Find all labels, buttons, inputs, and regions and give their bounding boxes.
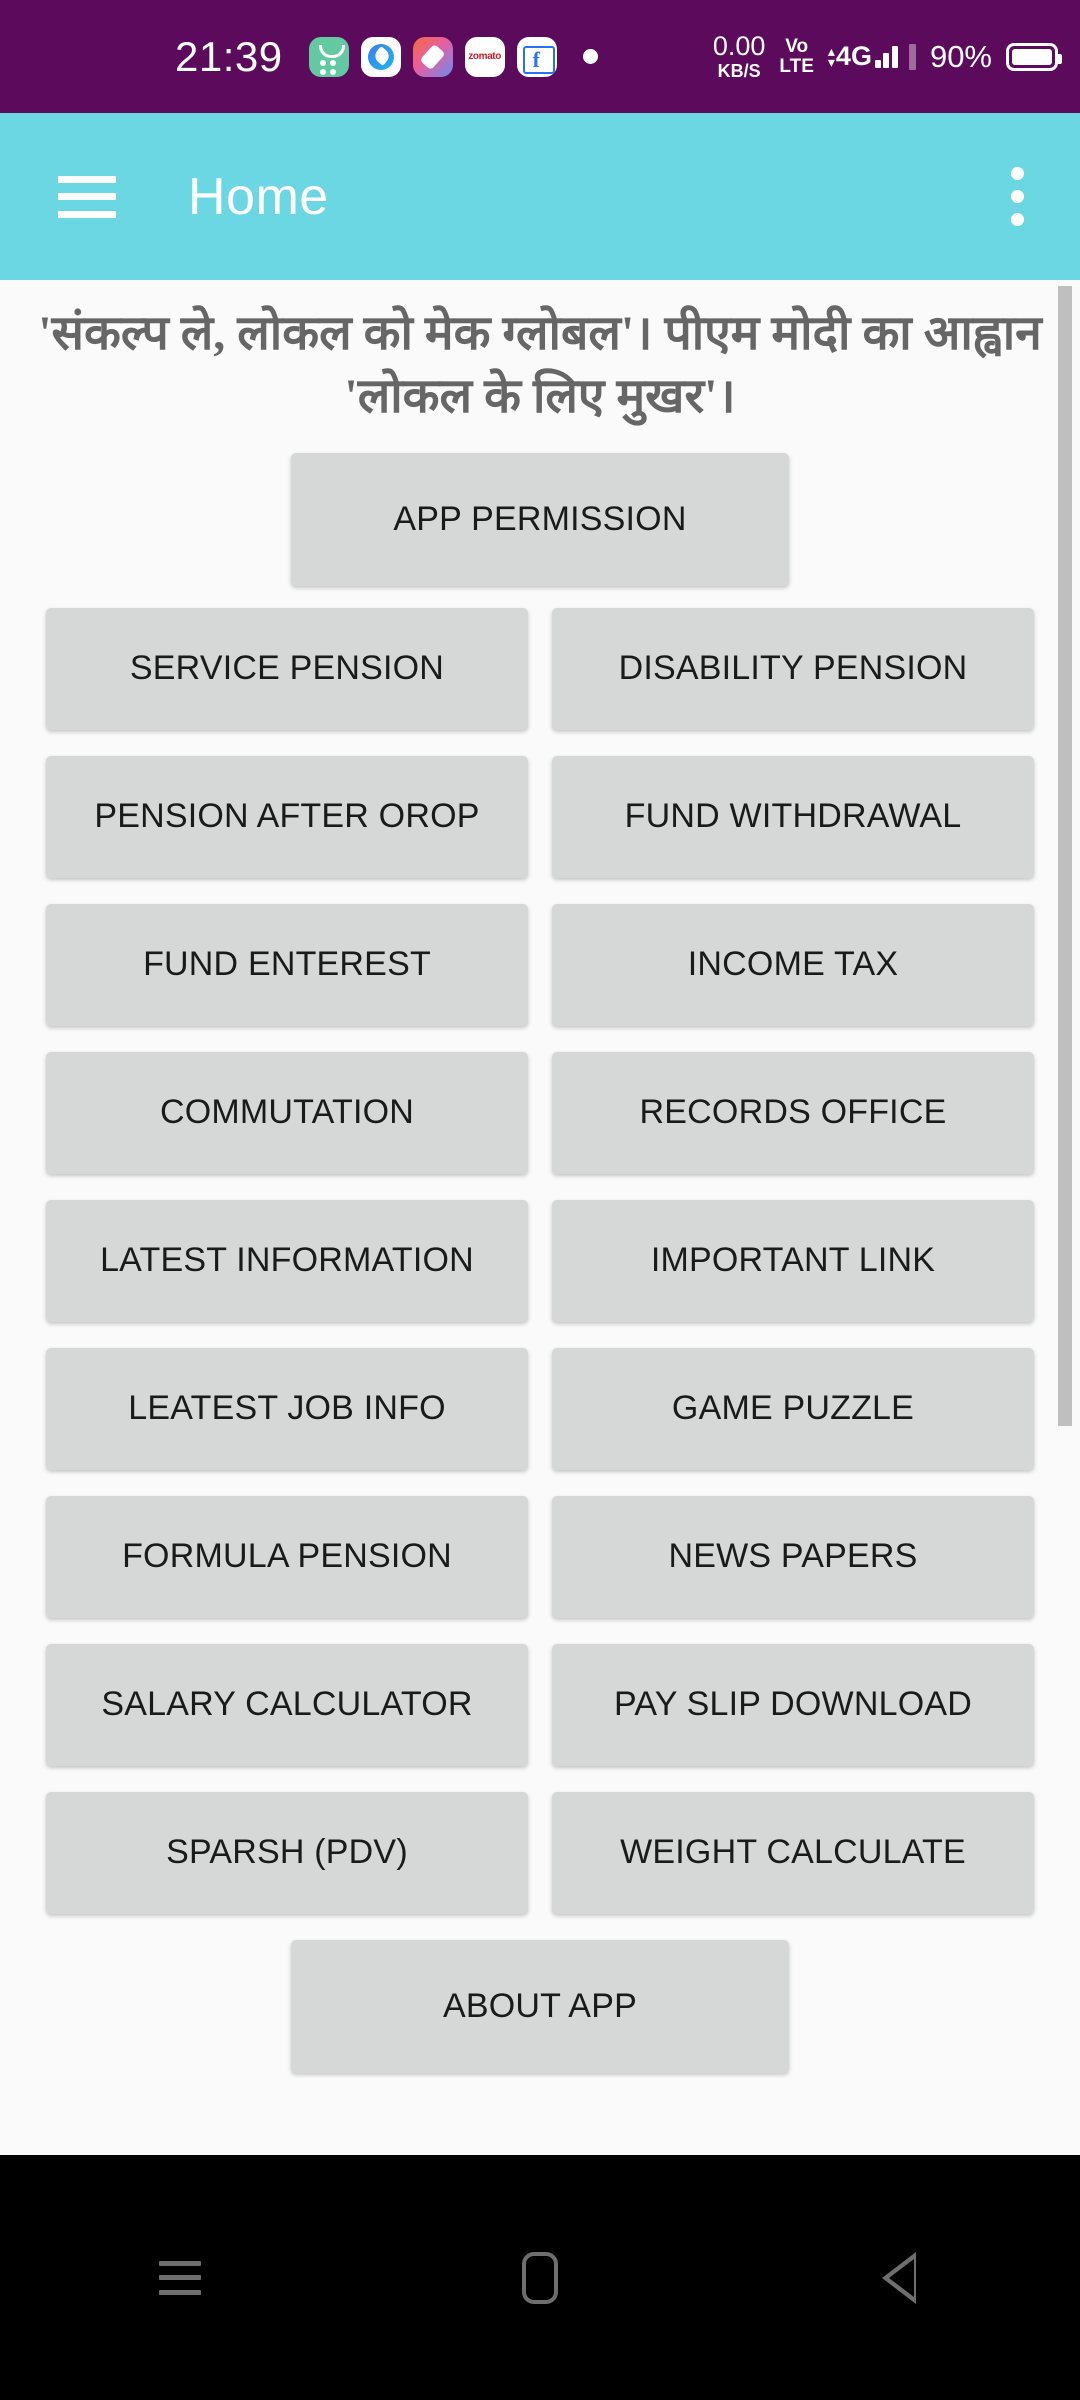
network-speed-indicator: 0.00 KB/S — [712, 31, 766, 81]
volte-icon: Vo LTE — [779, 35, 814, 77]
status-bar-left: 21:39 zomato — [0, 32, 598, 80]
recents-icon — [159, 2260, 201, 2295]
signal-indicator: ▴ ▾ 4G — [828, 43, 916, 70]
status-bar-right: 0.00 KB/S Vo LTE ▴ ▾ 4G 90% — [712, 31, 1062, 81]
green-grid-app-icon — [308, 36, 349, 77]
volte-line2: LTE — [779, 55, 814, 77]
grid-row: PENSION AFTER OROP FUND WITHDRAWAL — [46, 755, 1034, 878]
records-office-button[interactable]: RECORDS OFFICE — [552, 1051, 1034, 1174]
fund-enterest-button[interactable]: FUND ENTEREST — [46, 903, 528, 1026]
phone-screen: 21:39 zomato 0.00 KB/S Vo LTE ▴▾ — [0, 0, 1080, 2400]
grid-row: FUND ENTEREST INCOME TAX — [46, 903, 1034, 1026]
hamburger-icon[interactable] — [58, 175, 116, 218]
more-notifications-dot-icon — [582, 49, 598, 64]
flipkart-app-icon — [516, 36, 557, 77]
about-app-row: ABOUT APP — [46, 1939, 1034, 2073]
income-tax-button[interactable]: INCOME TAX — [552, 903, 1034, 1026]
data-transfer-arrows-icon: ▴ ▾ — [827, 43, 835, 70]
service-pension-button[interactable]: SERVICE PENSION — [46, 607, 528, 730]
grid-row: SALARY CALCULATOR PAY SLIP DOWNLOAD — [46, 1643, 1034, 1766]
app-bar: Home — [0, 113, 1080, 280]
grid-row: SPARSH (PDV) WEIGHT CALCULATE — [46, 1791, 1034, 1914]
network-type-label: 4G — [835, 41, 872, 71]
grid-row: LATEST INFORMATION IMPORTANT LINK — [46, 1199, 1034, 1322]
pension-after-orop-button[interactable]: PENSION AFTER OROP — [46, 755, 528, 878]
gradient-paint-app-icon — [412, 36, 453, 77]
zomato-label: zomato — [468, 51, 501, 62]
grid-row: FORMULA PENSION NEWS PAPERS — [46, 1495, 1034, 1618]
grid-row: SERVICE PENSION DISABILITY PENSION — [46, 607, 1034, 730]
game-puzzle-button[interactable]: GAME PUZZLE — [552, 1347, 1034, 1470]
notification-icons: zomato — [308, 36, 598, 77]
app-permission-row: APP PERMISSION — [0, 452, 1080, 586]
signal-bars-icon — [874, 45, 898, 68]
latest-information-button[interactable]: LATEST INFORMATION — [46, 1199, 528, 1322]
disability-pension-button[interactable]: DISABILITY PENSION — [552, 607, 1034, 730]
page-title: Home — [188, 167, 329, 226]
salary-calculator-button[interactable]: SALARY CALCULATOR — [46, 1643, 528, 1766]
battery-icon — [1006, 42, 1062, 71]
important-link-button[interactable]: IMPORTANT LINK — [552, 1199, 1034, 1322]
network-speed-value: 0.00 — [712, 31, 766, 61]
battery-percent-label: 90% — [929, 38, 992, 74]
home-button[interactable] — [480, 2243, 600, 2313]
app-permission-button[interactable]: APP PERMISSION — [291, 452, 789, 586]
kebab-menu-icon[interactable] — [1010, 167, 1024, 226]
grid-row: COMMUTATION RECORDS OFFICE — [46, 1051, 1034, 1174]
vertical-scrollbar[interactable] — [1058, 286, 1072, 1426]
system-navigation-bar — [0, 2155, 1080, 2400]
blue-browser-app-icon — [360, 36, 401, 77]
weight-calculate-button[interactable]: WEIGHT CALCULATE — [552, 1791, 1034, 1914]
leatest-job-info-button[interactable]: LEATEST JOB INFO — [46, 1347, 528, 1470]
formula-pension-button[interactable]: FORMULA PENSION — [46, 1495, 528, 1618]
zomato-app-icon: zomato — [464, 36, 505, 77]
sparsh-pdv-button[interactable]: SPARSH (PDV) — [46, 1791, 528, 1914]
grid-row: LEATEST JOB INFO GAME PUZZLE — [46, 1347, 1034, 1470]
news-papers-button[interactable]: NEWS PAPERS — [552, 1495, 1034, 1618]
about-app-button[interactable]: ABOUT APP — [291, 1939, 789, 2073]
recents-button[interactable] — [120, 2243, 240, 2313]
network-speed-unit: KB/S — [717, 61, 761, 81]
main-content: 'संकल्प ले, लोकल को मेक ग्लोबल'। पीएम मो… — [0, 280, 1080, 2155]
back-button[interactable] — [840, 2243, 960, 2313]
signal-group: ▴ ▾ 4G — [828, 43, 898, 70]
menu-grid: SERVICE PENSION DISABILITY PENSION PENSI… — [0, 607, 1080, 2073]
status-bar: 21:39 zomato 0.00 KB/S Vo LTE ▴▾ — [0, 0, 1080, 113]
home-icon — [522, 2251, 558, 2304]
fund-withdrawal-button[interactable]: FUND WITHDRAWAL — [552, 755, 1034, 878]
back-icon — [882, 2251, 917, 2304]
commutation-button[interactable]: COMMUTATION — [46, 1051, 528, 1174]
volte-line1: Vo — [785, 35, 809, 57]
announcement-banner: 'संकल्प ले, लोकल को मेक ग्लोबल'। पीएम मो… — [38, 307, 1042, 424]
pay-slip-download-button[interactable]: PAY SLIP DOWNLOAD — [552, 1643, 1034, 1766]
sim2-signal-icon — [908, 44, 916, 70]
status-clock: 21:39 — [175, 32, 283, 80]
